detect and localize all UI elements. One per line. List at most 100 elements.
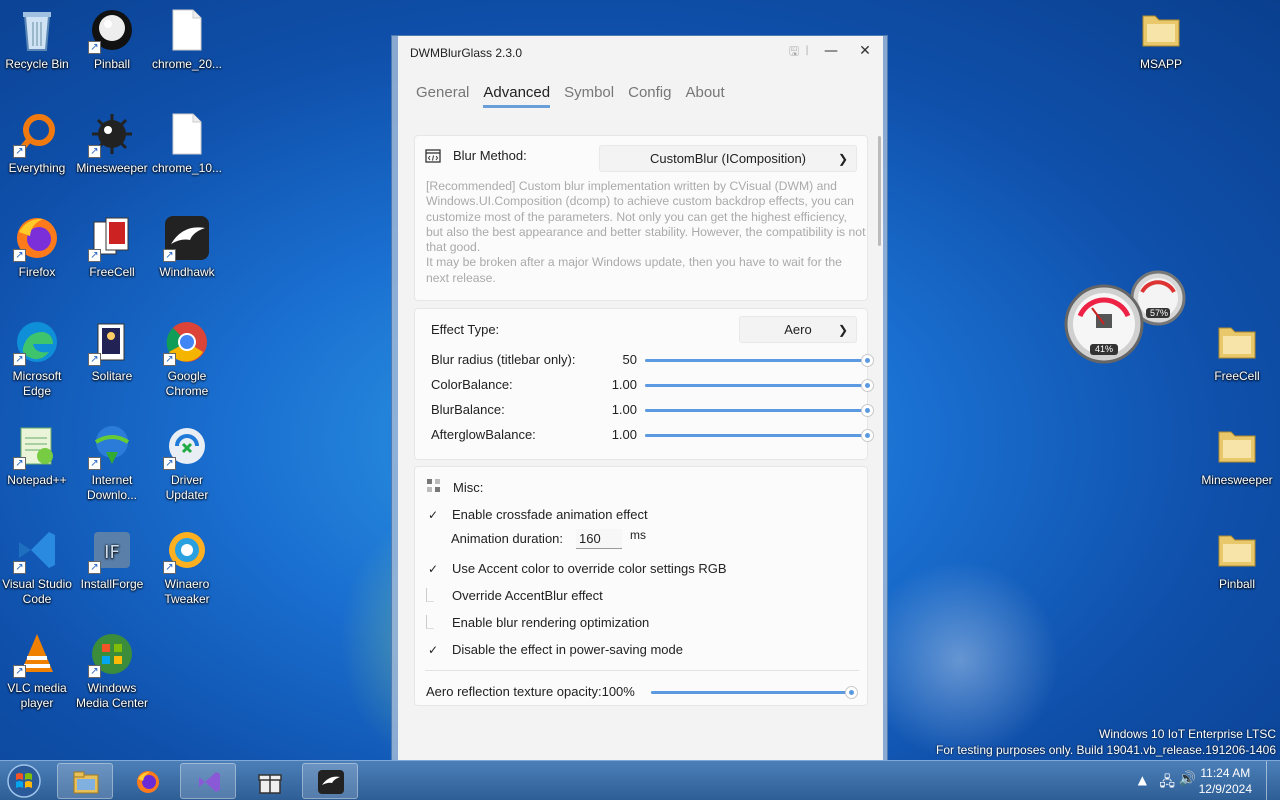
desktop-icon-installforge[interactable]: IF ↗ InstallForge <box>73 526 151 592</box>
shortcut-arrow-icon: ↗ <box>13 249 26 262</box>
blur-optimization-label: Enable blur rendering optimization <box>452 615 650 630</box>
slider-track[interactable] <box>645 429 874 442</box>
taskbar: ▲ 🖧 🔊 11:24 AM 12/9/2024 <box>0 760 1280 800</box>
blur-method-label: Blur Method: <box>453 148 527 163</box>
power-saving-checkbox[interactable]: ✓ <box>425 642 441 658</box>
slider-fill <box>651 691 851 694</box>
taskbar-gift-app[interactable] <box>241 763 297 799</box>
desktop-icon-label: Windows Media Center <box>75 681 149 710</box>
power-saving-label: Disable the effect in power-saving mode <box>452 642 683 657</box>
network-icon[interactable]: 🖧 <box>1159 771 1175 795</box>
minimize-button[interactable]: — <box>816 40 846 62</box>
show-hidden-icons[interactable]: ▲ <box>1138 773 1147 787</box>
desktop-icon-label: Minesweeper <box>76 161 148 175</box>
blur-optimization-checkbox[interactable] <box>425 615 441 631</box>
desktop-icon-windhawk[interactable]: ↗ Windhawk <box>148 214 226 280</box>
desktop-icon-google-chrome[interactable]: ↗ Google Chrome <box>148 318 226 399</box>
desktop-icon-recycle-bin[interactable]: Recycle Bin <box>0 6 76 72</box>
slider-thumb[interactable] <box>861 354 874 367</box>
slider-fill <box>645 359 867 362</box>
desktop-icon-solitare[interactable]: ↗ Solitare <box>73 318 151 384</box>
taskbar-windhawk[interactable] <box>302 763 358 799</box>
slider-label: ColorBalance: <box>431 377 513 392</box>
slider-thumb[interactable] <box>861 429 874 442</box>
desktop-icon-label: Solitare <box>91 369 133 383</box>
windhawk-icon: ↗ <box>163 214 211 262</box>
folder-icon <box>1213 422 1261 470</box>
slider-thumb[interactable] <box>861 379 874 392</box>
desktop-icon-msapp[interactable]: MSAPP <box>1122 6 1200 72</box>
slider-track[interactable] <box>645 404 874 417</box>
desktop-icon-minesweeper[interactable]: ↗ Minesweeper <box>73 110 151 176</box>
desktop-icon-label: VLC media player <box>7 681 67 710</box>
desktop-icon-label: FreeCell <box>1214 369 1260 383</box>
winaero-icon: ↗ <box>163 526 211 574</box>
slider-track[interactable] <box>645 354 874 367</box>
desktop-icon-chrome-20-[interactable]: chrome_20... <box>148 6 226 72</box>
slider-thumb[interactable] <box>861 404 874 417</box>
tab-general[interactable]: General <box>416 84 469 108</box>
desktop-icon-label: Everything <box>8 161 66 175</box>
taskbar-file-explorer[interactable] <box>57 763 113 799</box>
desktop-icon-freecell[interactable]: FreeCell <box>1198 318 1276 384</box>
desktop-icon-vlc-media-player[interactable]: ↗ VLC media player <box>0 630 76 711</box>
reflection-opacity-slider[interactable] <box>651 686 858 699</box>
tab-symbol[interactable]: Symbol <box>564 84 614 108</box>
dwmblurglass-window[interactable]: DWMBlurGlass 2.3.0 🖫 | — ✕ General Advan… <box>391 35 888 762</box>
close-button[interactable]: ✕ <box>850 40 880 62</box>
desktop-icon-windows-media-center[interactable]: ↗ Windows Media Center <box>73 630 151 711</box>
effect-type-dropdown[interactable]: Aero ❯ <box>739 316 857 343</box>
start-button[interactable] <box>4 762 44 800</box>
tab-advanced[interactable]: Advanced <box>483 84 551 108</box>
desktop-icon-pinball[interactable]: Pinball <box>1198 526 1276 592</box>
desktop-icon-firefox[interactable]: ↗ Firefox <box>0 214 76 280</box>
volume-icon[interactable]: 🔊 <box>1179 771 1196 787</box>
shortcut-arrow-icon: ↗ <box>13 353 26 366</box>
pinball-icon: ↗ <box>88 6 136 54</box>
edge-icon: ↗ <box>13 318 61 366</box>
shortcut-arrow-icon: ↗ <box>88 353 101 366</box>
slider-value: 1.00 <box>611 377 637 392</box>
desktop-icon-label: Firefox <box>18 265 56 279</box>
desktop-icon-visual-studio-code[interactable]: ↗ Visual Studio Code <box>0 526 76 607</box>
window-title: DWMBlurGlass 2.3.0 <box>410 46 523 60</box>
misc-label: Misc: <box>453 480 484 495</box>
effect-type-label: Effect Type: <box>431 322 500 337</box>
desktop-icon-label: Minesweeper <box>1201 473 1273 487</box>
desktop-icon-chrome-10-[interactable]: chrome_10... <box>148 110 226 176</box>
taskbar-visual-studio[interactable] <box>180 763 236 799</box>
desktop-icon-microsoft-edge[interactable]: ↗ Microsoft Edge <box>0 318 76 399</box>
taskbar-firefox[interactable] <box>119 763 175 799</box>
scrollbar[interactable] <box>878 136 881 246</box>
accent-color-checkbox[interactable]: ✓ <box>425 561 441 577</box>
slider-thumb[interactable] <box>845 686 858 699</box>
desktop-icon-minesweeper[interactable]: Minesweeper <box>1198 422 1276 488</box>
tab-about[interactable]: About <box>685 84 724 108</box>
desktop-icon-notepad-[interactable]: ↗ Notepad++ <box>0 422 76 488</box>
tab-config[interactable]: Config <box>628 84 671 108</box>
folder-icon <box>1213 318 1261 366</box>
desktop-icon-winaero-tweaker[interactable]: ↗ Winaero Tweaker <box>148 526 226 607</box>
shortcut-arrow-icon: ↗ <box>88 145 101 158</box>
desktop-icon-freecell[interactable]: ↗ FreeCell <box>73 214 151 280</box>
minesweeper-icon: ↗ <box>88 110 136 158</box>
desktop-icon-pinball[interactable]: ↗ Pinball <box>73 6 151 72</box>
checkmark-icon: ✓ <box>427 562 439 576</box>
desktop-icon-driver-updater[interactable]: ↗ Driver Updater <box>148 422 226 503</box>
clock[interactable]: 11:24 AM 12/9/2024 <box>1199 765 1252 797</box>
file-icon <box>163 110 211 158</box>
shortcut-arrow-icon: ↗ <box>163 457 176 470</box>
animation-duration-input[interactable] <box>576 529 622 549</box>
crossfade-checkbox[interactable]: ✓ <box>425 507 441 523</box>
desktop-icon-everything[interactable]: ↗ Everything <box>0 110 76 176</box>
solitaire-icon: ↗ <box>88 318 136 366</box>
firefox-icon <box>137 771 159 793</box>
override-accentblur-checkbox[interactable] <box>425 588 441 604</box>
show-desktop-button[interactable] <box>1266 761 1280 800</box>
desktop-icon-internet-downlo-[interactable]: ↗ Internet Downlo... <box>73 422 151 503</box>
slider-track[interactable] <box>645 379 874 392</box>
slider-value: 50 <box>622 352 637 367</box>
blur-method-dropdown[interactable]: CustomBlur (IComposition) ❯ <box>599 145 857 172</box>
clock-date: 12/9/2024 <box>1198 782 1252 796</box>
cpu-meter-gadget[interactable]: 41% 57% <box>1062 268 1192 368</box>
